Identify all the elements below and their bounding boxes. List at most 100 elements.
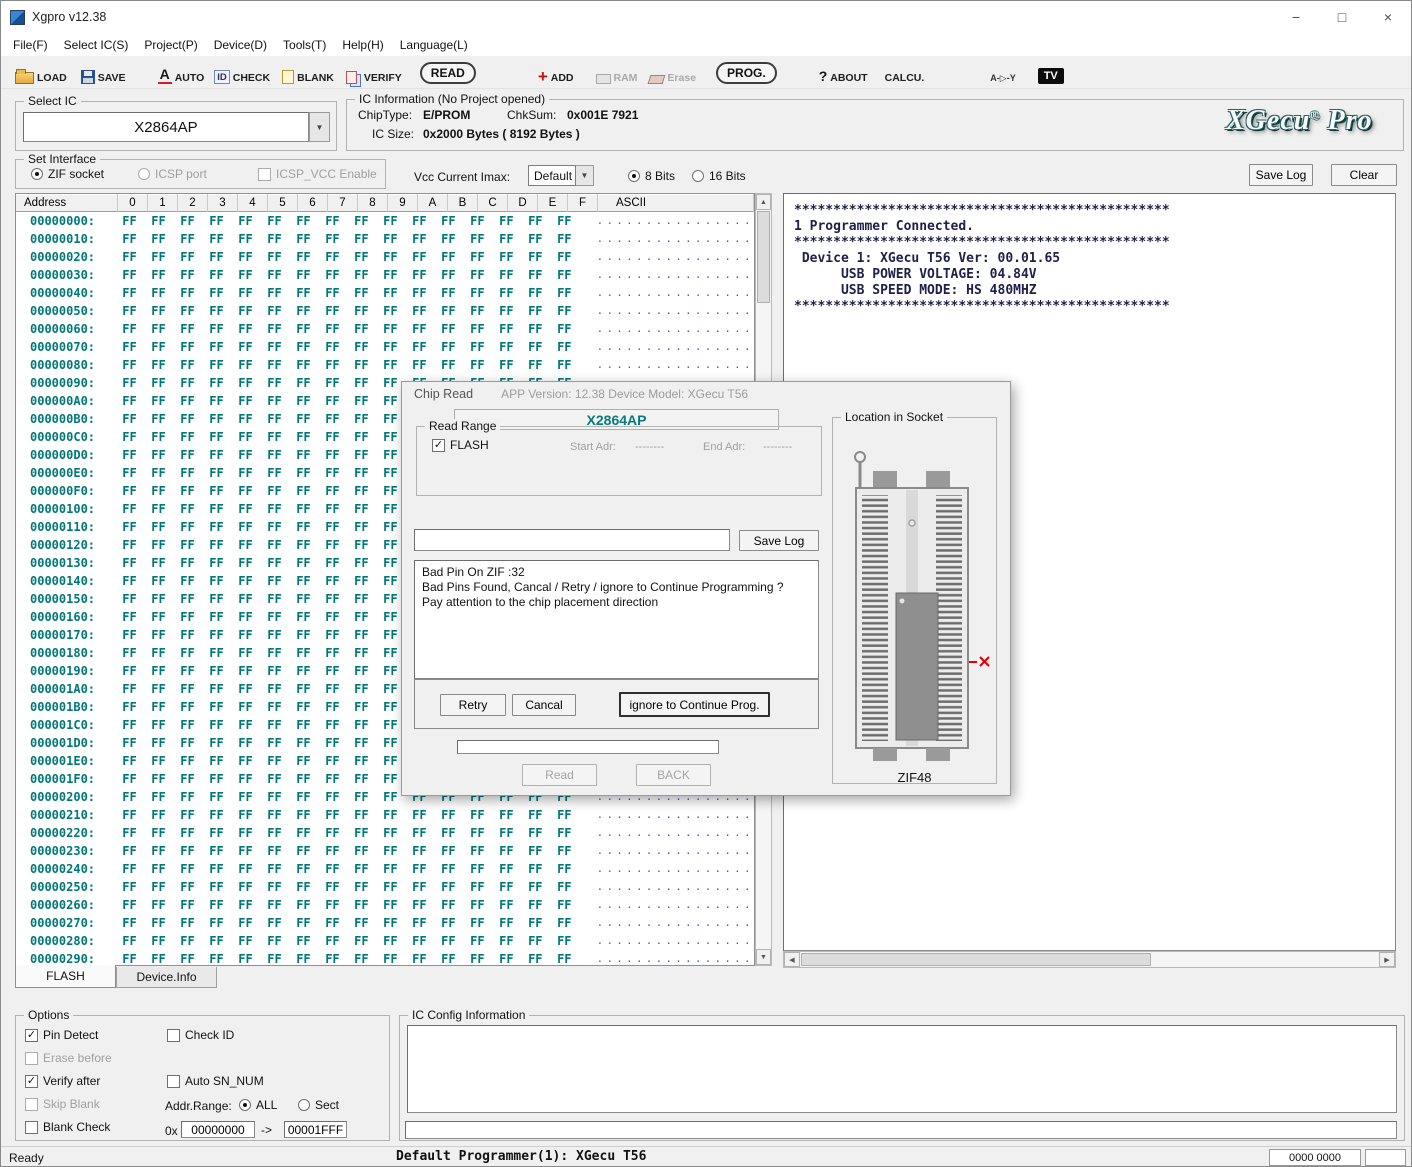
hex-byte[interactable]: FF [202,214,231,228]
hex-byte[interactable]: FF [173,466,202,480]
hex-byte[interactable]: FF [376,322,405,336]
hex-byte[interactable]: FF [463,304,492,318]
save-log-button[interactable]: Save Log [1249,164,1313,186]
hex-byte[interactable]: FF [289,700,318,714]
hex-byte[interactable]: FF [173,610,202,624]
hex-byte[interactable]: FF [260,214,289,228]
hex-byte[interactable]: FF [231,304,260,318]
hex-byte[interactable]: FF [115,754,144,768]
hex-byte[interactable]: FF [347,826,376,840]
hex-byte[interactable]: FF [463,358,492,372]
hex-byte[interactable]: FF [260,610,289,624]
hex-byte[interactable]: FF [289,718,318,732]
hex-byte[interactable]: FF [144,358,173,372]
hex-byte[interactable]: FF [202,880,231,894]
hex-byte[interactable]: FF [405,268,434,282]
hex-byte[interactable]: FF [521,934,550,948]
hex-byte[interactable]: FF [115,250,144,264]
hex-byte[interactable]: FF [173,574,202,588]
hex-byte[interactable]: FF [347,412,376,426]
flash-checkbox[interactable]: FLASH [432,438,489,452]
hex-byte[interactable]: FF [347,448,376,462]
hex-byte[interactable]: FF [260,538,289,552]
hex-byte[interactable]: FF [231,700,260,714]
hex-byte[interactable]: FF [144,880,173,894]
hex-byte[interactable]: FF [289,358,318,372]
hex-byte[interactable]: FF [492,358,521,372]
hex-byte[interactable]: FF [231,394,260,408]
hex-byte[interactable]: FF [231,430,260,444]
hex-byte[interactable]: FF [144,790,173,804]
hex-byte[interactable]: FF [289,574,318,588]
hex-byte[interactable]: FF [318,538,347,552]
hex-byte[interactable]: FF [231,934,260,948]
hex-byte[interactable]: FF [115,574,144,588]
hex-byte[interactable]: FF [115,772,144,786]
hex-byte[interactable]: FF [376,844,405,858]
hex-byte[interactable]: FF [463,250,492,264]
hex-byte[interactable]: FF [260,466,289,480]
hex-byte[interactable]: FF [347,466,376,480]
hex-byte[interactable]: FF [144,574,173,588]
ignore-continue-button[interactable]: ignore to Continue Prog. [619,692,770,717]
hex-byte[interactable]: FF [173,880,202,894]
hex-byte[interactable]: FF [173,538,202,552]
hex-byte[interactable]: FF [318,430,347,444]
hex-byte[interactable]: FF [492,952,521,966]
hex-byte[interactable]: FF [202,808,231,822]
hex-byte[interactable]: FF [347,934,376,948]
hex-byte[interactable]: FF [202,268,231,282]
hex-byte[interactable]: FF [260,592,289,606]
hex-byte[interactable]: FF [202,232,231,246]
hex-byte[interactable]: FF [115,952,144,966]
hex-byte[interactable]: FF [231,466,260,480]
hex-byte[interactable]: FF [173,826,202,840]
hex-byte[interactable]: FF [144,808,173,822]
menu-item-file-f[interactable]: File(F) [5,35,56,55]
hex-byte[interactable]: FF [173,862,202,876]
hex-byte[interactable]: FF [202,736,231,750]
hex-byte[interactable]: FF [318,376,347,390]
hex-byte[interactable]: FF [492,214,521,228]
hex-byte[interactable]: FF [550,250,579,264]
hex-byte[interactable]: FF [318,664,347,678]
hex-byte[interactable]: FF [289,322,318,336]
hex-byte[interactable]: FF [231,862,260,876]
hex-byte[interactable]: FF [521,916,550,930]
hex-byte[interactable]: FF [550,916,579,930]
hex-byte[interactable]: FF [289,520,318,534]
hex-byte[interactable]: FF [173,772,202,786]
hex-byte[interactable]: FF [173,286,202,300]
hex-byte[interactable]: FF [376,934,405,948]
hex-byte[interactable]: FF [144,556,173,570]
hex-byte[interactable]: FF [318,322,347,336]
hex-byte[interactable]: FF [347,628,376,642]
hex-byte[interactable]: FF [173,322,202,336]
hex-byte[interactable]: FF [260,844,289,858]
hex-byte[interactable]: FF [115,340,144,354]
hex-byte[interactable]: FF [202,934,231,948]
hex-byte[interactable]: FF [260,898,289,912]
scrollbar-thumb[interactable] [757,211,770,303]
addr-to-input[interactable] [284,1121,347,1138]
hex-byte[interactable]: FF [318,934,347,948]
hex-byte[interactable]: FF [405,952,434,966]
hex-byte[interactable]: FF [405,250,434,264]
hex-byte[interactable]: FF [202,304,231,318]
hex-byte[interactable]: FF [347,898,376,912]
hex-byte[interactable]: FF [115,646,144,660]
hex-byte[interactable]: FF [289,880,318,894]
hex-byte[interactable]: FF [318,898,347,912]
tab-device-info[interactable]: Device.Info [116,967,217,988]
hex-byte[interactable]: FF [318,754,347,768]
hex-byte[interactable]: FF [347,754,376,768]
hex-byte[interactable]: FF [260,916,289,930]
hex-byte[interactable]: FF [376,340,405,354]
hex-byte[interactable]: FF [202,646,231,660]
skip-blank-checkbox[interactable]: Skip Blank [25,1097,100,1111]
hex-byte[interactable]: FF [260,808,289,822]
hex-byte[interactable]: FF [463,880,492,894]
hex-byte[interactable]: FF [202,250,231,264]
hex-byte[interactable]: FF [347,286,376,300]
hex-byte[interactable]: FF [376,286,405,300]
